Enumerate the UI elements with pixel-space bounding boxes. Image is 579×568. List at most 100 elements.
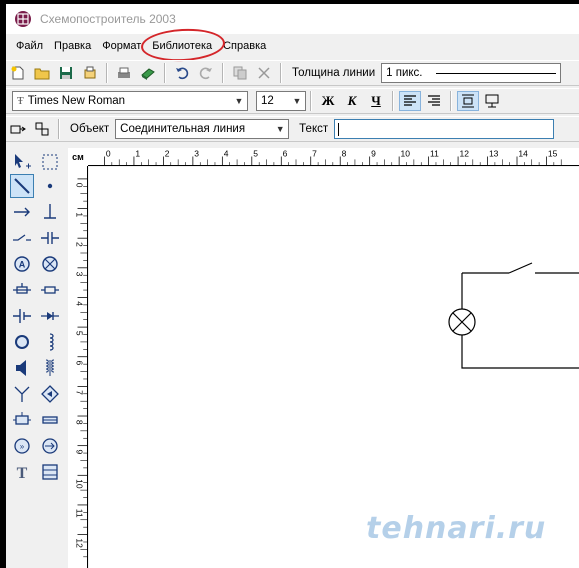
font-size-select[interactable]: 12 ▼ <box>256 91 306 111</box>
open-file-button[interactable] <box>32 63 52 83</box>
speaker-symbol-button[interactable] <box>10 356 34 380</box>
table-icon <box>42 464 58 480</box>
line-width-label: Толщина линии <box>292 67 376 79</box>
svg-text:»: » <box>20 442 25 451</box>
copy-icon <box>233 66 247 80</box>
open-folder-icon <box>34 68 50 80</box>
lamp-symbol-button[interactable] <box>38 252 62 276</box>
valign-bottom-button[interactable] <box>481 91 503 111</box>
bridge-symbol-button[interactable] <box>38 382 62 406</box>
undo-button[interactable] <box>172 63 192 83</box>
menu-edit[interactable]: Правка <box>51 40 94 52</box>
object-toolbar: Объект Соединительная линия ▼ Текст <box>6 116 579 142</box>
toolbar-separator <box>280 63 282 83</box>
components-palette: A » T <box>6 148 66 568</box>
circuit-wire <box>461 335 579 369</box>
ruler-unit: см <box>68 148 88 166</box>
select-pointer-button[interactable] <box>10 150 34 174</box>
ruler-label: 15 <box>548 149 558 159</box>
font-name-select[interactable]: Ŧ Times New Roman ▼ <box>12 91 248 111</box>
ruler-label: 11 <box>430 149 439 159</box>
line-tool-button[interactable] <box>10 174 34 198</box>
ruler-label: 6 <box>283 149 288 159</box>
new-file-icon <box>11 66 24 80</box>
element-symbol-button[interactable] <box>10 408 34 432</box>
object-properties-button[interactable] <box>32 119 52 139</box>
object-type-select[interactable]: Соединительная линия ▼ <box>115 119 290 139</box>
object-label: Объект <box>70 123 110 135</box>
insert-object-button[interactable] <box>8 119 28 139</box>
fuse-symbol-button[interactable] <box>10 278 34 302</box>
app-window: Схемопостроитель 2003 Файл Правка Формат… <box>0 0 579 568</box>
switch-symbol-button[interactable] <box>10 226 34 250</box>
window-left-edge <box>0 0 6 568</box>
text-tool-button[interactable]: T <box>10 460 34 484</box>
vertical-ruler: 0123456789101112 <box>68 166 88 568</box>
battery-symbol-button[interactable] <box>10 304 34 328</box>
resistor-symbol-button[interactable] <box>38 278 62 302</box>
menu-format[interactable]: Формат <box>99 40 144 52</box>
toolbar-separator <box>222 63 224 83</box>
library-book-button[interactable] <box>138 63 158 83</box>
transformer-symbol-button[interactable] <box>38 356 62 380</box>
italic-button[interactable]: К <box>341 91 363 111</box>
motor-symbol-button[interactable] <box>10 330 34 354</box>
app-logo-icon <box>15 11 31 27</box>
truetype-font-icon: Ŧ <box>17 95 24 107</box>
heater-icon <box>42 416 58 424</box>
undo-icon <box>176 67 189 80</box>
object-type-value: Соединительная линия <box>120 123 246 135</box>
watermark-text: tehnari.ru <box>366 511 547 546</box>
toolbar-separator <box>58 119 60 139</box>
new-file-button[interactable] <box>8 63 28 83</box>
ammeter-icon: A <box>14 256 30 272</box>
chevron-down-icon: ▼ <box>275 124 285 134</box>
line-width-select[interactable]: 1 пикс. <box>381 63 562 83</box>
object-text-input[interactable] <box>334 119 555 139</box>
print-preview-button[interactable] <box>80 63 100 83</box>
capacitor-symbol-button[interactable] <box>38 226 62 250</box>
valign-center-button[interactable] <box>457 91 479 111</box>
meter-arrow-icon <box>42 438 58 454</box>
rect-select-button[interactable] <box>38 150 62 174</box>
menu-file[interactable]: Файл <box>13 40 46 52</box>
align-right-button[interactable] <box>423 91 445 111</box>
underline-button[interactable]: Ч <box>365 91 387 111</box>
drawing-canvas[interactable]: tehnari.ru <box>89 167 579 568</box>
text-caret <box>338 123 340 136</box>
align-left-button[interactable] <box>399 91 421 111</box>
heater-symbol-button[interactable] <box>38 408 62 432</box>
node-point-button[interactable] <box>38 174 62 198</box>
ruler-label: 4 <box>75 301 85 306</box>
ground-icon <box>44 204 56 219</box>
horizontal-ruler: 0 1 2 3 4 5 6 7 8 9 10 11 12 13 14 15 <box>88 148 579 166</box>
copy-button[interactable] <box>230 63 250 83</box>
printer-icon <box>118 67 130 78</box>
antenna-symbol-button[interactable] <box>10 382 34 406</box>
arrow-right-icon <box>14 207 30 217</box>
redo-button[interactable] <box>196 63 216 83</box>
ruler-label: 8 <box>342 149 347 159</box>
arrow-tool-button[interactable] <box>10 200 34 224</box>
ground-symbol-button[interactable] <box>38 200 62 224</box>
print-button[interactable] <box>114 63 134 83</box>
socket-symbol-button[interactable]: » <box>10 434 34 458</box>
table-tool-button[interactable] <box>38 460 62 484</box>
font-toolbar: Ŧ Times New Roman ▼ 12 ▼ Ж К Ч <box>6 88 579 114</box>
bold-button[interactable]: Ж <box>317 91 339 111</box>
inductor-symbol-button[interactable] <box>38 330 62 354</box>
menu-help[interactable]: Справка <box>220 40 269 52</box>
save-button[interactable] <box>56 63 76 83</box>
chevron-down-icon: ▼ <box>292 96 302 106</box>
ruler-label: 12 <box>459 149 469 159</box>
ruler-label: 6 <box>75 361 85 366</box>
motor-icon <box>15 335 29 349</box>
delete-button[interactable] <box>254 63 274 83</box>
title-bar: Схемопостроитель 2003 <box>6 4 579 34</box>
diagonal-line-icon <box>14 178 30 194</box>
meter-symbol-button[interactable] <box>38 434 62 458</box>
align-right-icon <box>428 95 440 106</box>
diode-symbol-button[interactable] <box>38 304 62 328</box>
ammeter-symbol-button[interactable]: A <box>10 252 34 276</box>
menu-library[interactable]: Библиотека <box>149 40 215 52</box>
